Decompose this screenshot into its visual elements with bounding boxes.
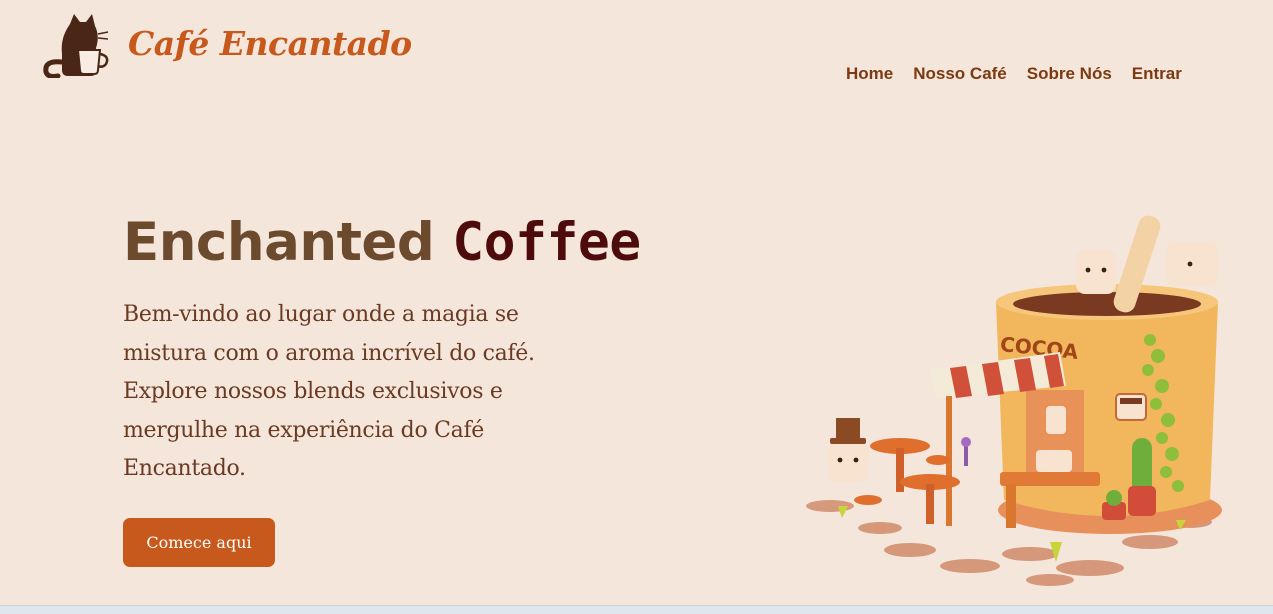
hero-description: Bem-vindo ao lugar onde a magia se mistu… [123,302,535,481]
browser-bottom-edge [0,605,1273,614]
site-logo[interactable]: Café Encantado [40,14,412,78]
coffee-shop-cup-illustration: COCOA [806,215,1222,586]
cat-with-coffee-cup-icon [43,14,109,78]
nav-home[interactable]: Home [846,64,893,84]
hero-title-part2: Coffee [452,212,641,273]
hero-title-part1: Enchanted [123,212,435,273]
page: Café Encantado Home Nosso Café Sobre Nós… [0,0,1273,614]
hero-title: Enchanted Coffee [123,212,641,273]
nav-sobre-nos[interactable]: Sobre Nós [1027,64,1112,84]
get-started-button[interactable]: Comece aqui [123,518,275,567]
main-nav: Home Nosso Café Sobre Nós Entrar [846,64,1182,84]
brand-name: Café Encantado [128,23,412,63]
nav-entrar[interactable]: Entrar [1132,64,1182,84]
nav-nosso-cafe[interactable]: Nosso Café [913,64,1007,84]
